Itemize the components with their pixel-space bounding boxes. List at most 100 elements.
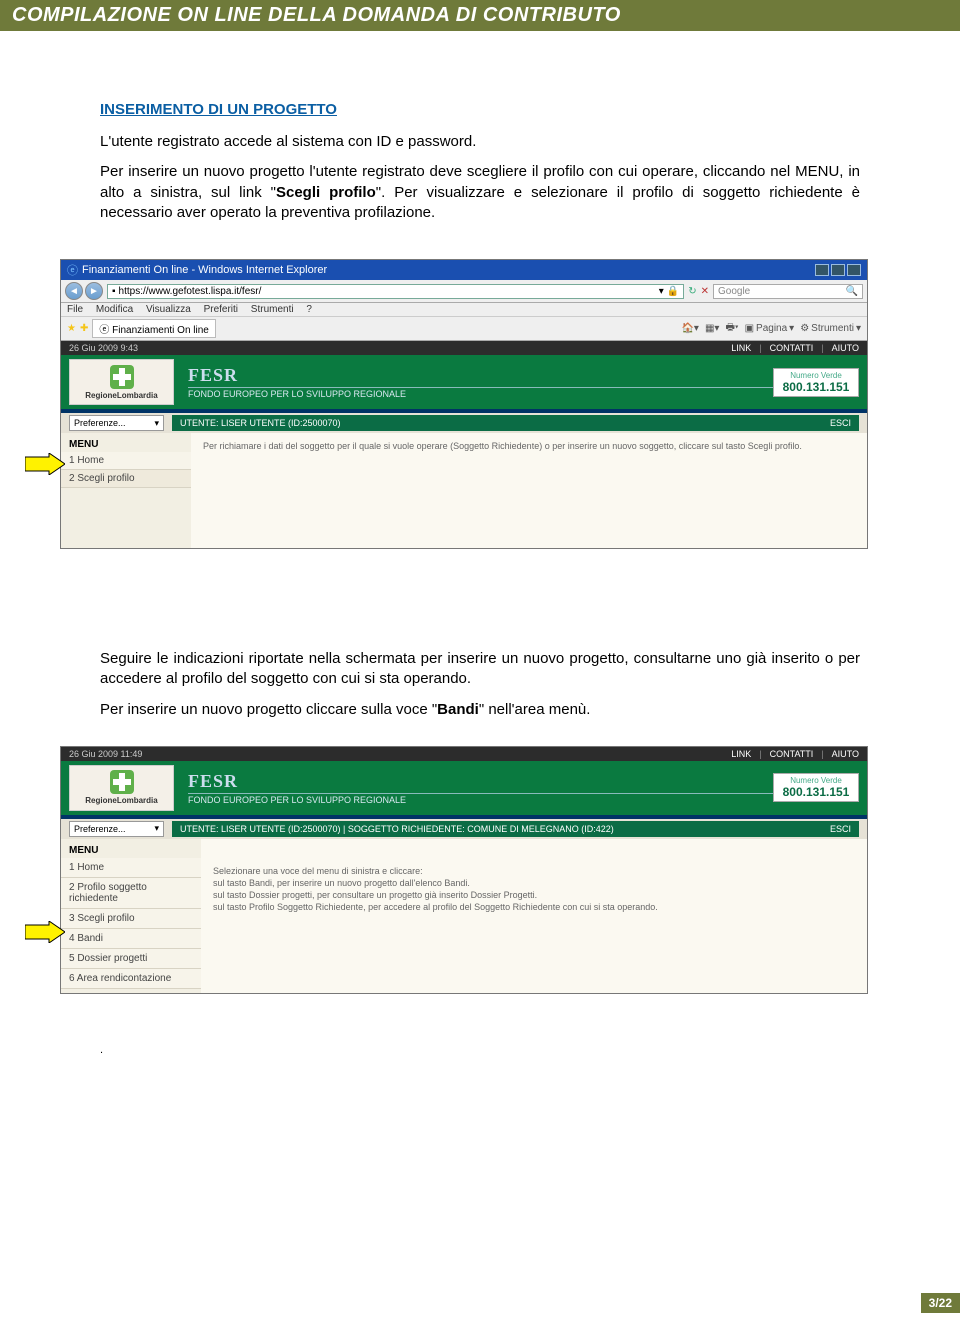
fesr-title-2: FESR [188, 771, 773, 794]
fesr-title: FESR [188, 365, 773, 388]
verde-number-2: 800.131.151 [778, 785, 854, 799]
para2-bold: Scegli profilo [276, 184, 376, 201]
link-link-2[interactable]: LINK [731, 749, 751, 759]
user-strip-2: UTENTE: LISER UTENTE (ID:2500070) | SOGG… [172, 821, 859, 837]
back-button[interactable]: ◄ [65, 282, 83, 300]
esci-link-2[interactable]: ESCI [830, 824, 851, 834]
para4-b: " nell'area menù. [479, 701, 591, 718]
forward-button[interactable]: ► [85, 282, 103, 300]
paragraph-4: Per inserire un nuovo progetto cliccare … [100, 700, 860, 720]
menu-home-2[interactable]: 1 Home [61, 858, 201, 878]
para4-a: Per inserire un nuovo progetto cliccare … [100, 701, 437, 718]
arrow-callout-1 [25, 453, 65, 475]
pref-label-2: Preferenze... [74, 824, 126, 834]
menu-column: MENU 1 Home 2 Scegli profilo [61, 433, 191, 548]
fesr-block: FESR FONDO EUROPEO PER LO SVILUPPO REGIO… [188, 365, 773, 399]
url-field[interactable]: ▪ https://www.gefotest.lispa.it/fesr/ ▾ … [107, 284, 684, 299]
menu-strumenti[interactable]: Strumenti [251, 304, 294, 315]
app-body-2: MENU 1 Home 2 Profilo soggetto richieden… [61, 839, 867, 993]
paragraph-1: L'utente registrato accede al sistema co… [100, 132, 860, 152]
add-favorite-icon[interactable]: ✚ [80, 323, 88, 334]
search-field[interactable]: Google 🔍 [713, 284, 863, 299]
pref-label: Preferenze... [74, 418, 126, 428]
window-buttons[interactable] [815, 264, 861, 276]
para4-bold: Bandi [437, 701, 479, 718]
link-contatti[interactable]: CONTATTI [770, 343, 814, 353]
select-arrow-icon: ▾ [154, 418, 159, 429]
top-links: LINK| CONTATTI| AIUTO [731, 343, 859, 353]
arrow-callout-2 [25, 921, 65, 943]
menu-bandi[interactable]: 4 Bandi [61, 929, 201, 949]
link-aiuto-2[interactable]: AIUTO [832, 749, 859, 759]
menu-file[interactable]: File [67, 304, 83, 315]
print-dropdown[interactable]: 🖶▾ [725, 320, 738, 337]
lock-icon: 🔒 [667, 286, 679, 297]
esci-link[interactable]: ESCI [830, 418, 851, 428]
menu-visualizza[interactable]: Visualizza [146, 304, 191, 315]
link-link[interactable]: LINK [731, 343, 751, 353]
tb-strumenti[interactable]: ⚙ Strumenti ▾ [800, 320, 861, 337]
preferences-select-2[interactable]: Preferenze... ▾ [69, 821, 164, 837]
menu-help[interactable]: ? [306, 304, 312, 315]
ie-menubar: File Modifica Visualizza Preferiti Strum… [61, 303, 867, 317]
fesr-subtitle-2: FONDO EUROPEO PER LO SVILUPPO REGIONALE [188, 795, 773, 805]
search-icon[interactable]: 🔍 [846, 286, 858, 297]
section-title: INSERIMENTO DI UN PROGETTO [100, 101, 860, 118]
menu-dossier[interactable]: 5 Dossier progetti [61, 949, 201, 969]
content-column: Per richiamare i dati del soggetto per i… [191, 433, 867, 548]
regione-lombardia-logo: RegioneLombardia [69, 359, 174, 405]
top-links-2: LINK| CONTATTI| AIUTO [731, 749, 859, 759]
ie-title-text: Finanziamenti On line - Windows Internet… [82, 264, 327, 276]
menu-profilo-soggetto[interactable]: 2 Profilo soggetto richiedente [61, 878, 201, 909]
verde-label-2: Numero Verde [778, 776, 854, 785]
hint2-line4: sul tasto Profilo Soggetto Richiedente, … [213, 901, 855, 913]
user-info-2: UTENTE: LISER UTENTE (ID:2500070) | SOGG… [180, 824, 614, 834]
browser-tab[interactable]: ⓔ Finanziamenti On line [92, 319, 216, 338]
search-provider: Google [718, 286, 750, 297]
tab-icon: ⓔ [99, 325, 109, 336]
cross-icon [110, 365, 134, 389]
link-aiuto[interactable]: AIUTO [832, 343, 859, 353]
user-strip: UTENTE: LISER UTENTE (ID:2500070) ESCI [172, 415, 859, 431]
link-contatti-2[interactable]: CONTATTI [770, 749, 814, 759]
tb-pagina[interactable]: ▣ Pagina ▾ [745, 320, 795, 337]
menu-modifica[interactable]: Modifica [96, 304, 133, 315]
paragraph-2: Per inserire un nuovo progetto l'utente … [100, 162, 860, 223]
regione-lombardia-logo-2: RegioneLombardia [69, 765, 174, 811]
app-subbar-2: Preferenze... ▾ UTENTE: LISER UTENTE (ID… [61, 819, 867, 839]
trailing-dot: . [100, 1044, 960, 1056]
app-header-2: RegioneLombardia FESR FONDO EUROPEO PER … [61, 761, 867, 819]
app-body: MENU 1 Home 2 Scegli profilo Per richiam… [61, 433, 867, 548]
page-header-bar: COMPILAZIONE ON LINE DELLA DOMANDA DI CO… [0, 0, 960, 31]
url-dropdown-icon[interactable]: ▾ [659, 286, 664, 297]
app-header: RegioneLombardia FESR FONDO EUROPEO PER … [61, 355, 867, 413]
logo-text: RegioneLombardia [85, 391, 157, 400]
feeds-dropdown[interactable]: ▦▾ [705, 320, 719, 337]
menu-preferiti[interactable]: Preferiti [204, 304, 238, 315]
screenshot-1: ⓔ Finanziamenti On line - Windows Intern… [60, 259, 868, 549]
ie-address-bar: ◄ ► ▪ https://www.gefotest.lispa.it/fesr… [61, 280, 867, 303]
favorites-icon[interactable]: ★ [67, 323, 76, 334]
app-topbar-2: 26 Giu 2009 11:49 LINK| CONTATTI| AIUTO [61, 747, 867, 761]
app-topbar: 26 Giu 2009 9:43 LINK| CONTATTI| AIUTO [61, 341, 867, 355]
menu-home[interactable]: 1 Home [61, 452, 191, 470]
home-dropdown[interactable]: 🏠▾ [681, 320, 698, 337]
refresh-icon[interactable]: ↻ [688, 286, 696, 297]
stop-icon[interactable]: ✕ [701, 286, 709, 297]
hint2-line2: sul tasto Bandi, per inserire un nuovo p… [213, 877, 855, 889]
verde-label: Numero Verde [778, 371, 854, 380]
fesr-block-2: FESR FONDO EUROPEO PER LO SVILUPPO REGIO… [188, 771, 773, 805]
ie-icon: ⓔ [67, 262, 78, 278]
menu-scegli-profilo[interactable]: 2 Scegli profilo [61, 470, 191, 488]
numero-verde-box: Numero Verde 800.131.151 [773, 368, 859, 397]
preferences-select[interactable]: Preferenze... ▾ [69, 415, 164, 431]
menu-heading-2: MENU [61, 843, 201, 858]
hint2-line3: sul tasto Dossier progetti, per consulta… [213, 889, 855, 901]
menu-area-rendic[interactable]: 6 Area rendicontazione [61, 969, 201, 989]
page-icon: ▪ [112, 286, 116, 297]
menu-column-2: MENU 1 Home 2 Profilo soggetto richieden… [61, 839, 201, 993]
datetime: 26 Giu 2009 9:43 [69, 343, 138, 353]
menu-scegli-profilo-2[interactable]: 3 Scegli profilo [61, 909, 201, 929]
page-number: 3/22 [921, 1293, 960, 1313]
hint2-line1: Selezionare una voce del menu di sinistr… [213, 865, 855, 877]
